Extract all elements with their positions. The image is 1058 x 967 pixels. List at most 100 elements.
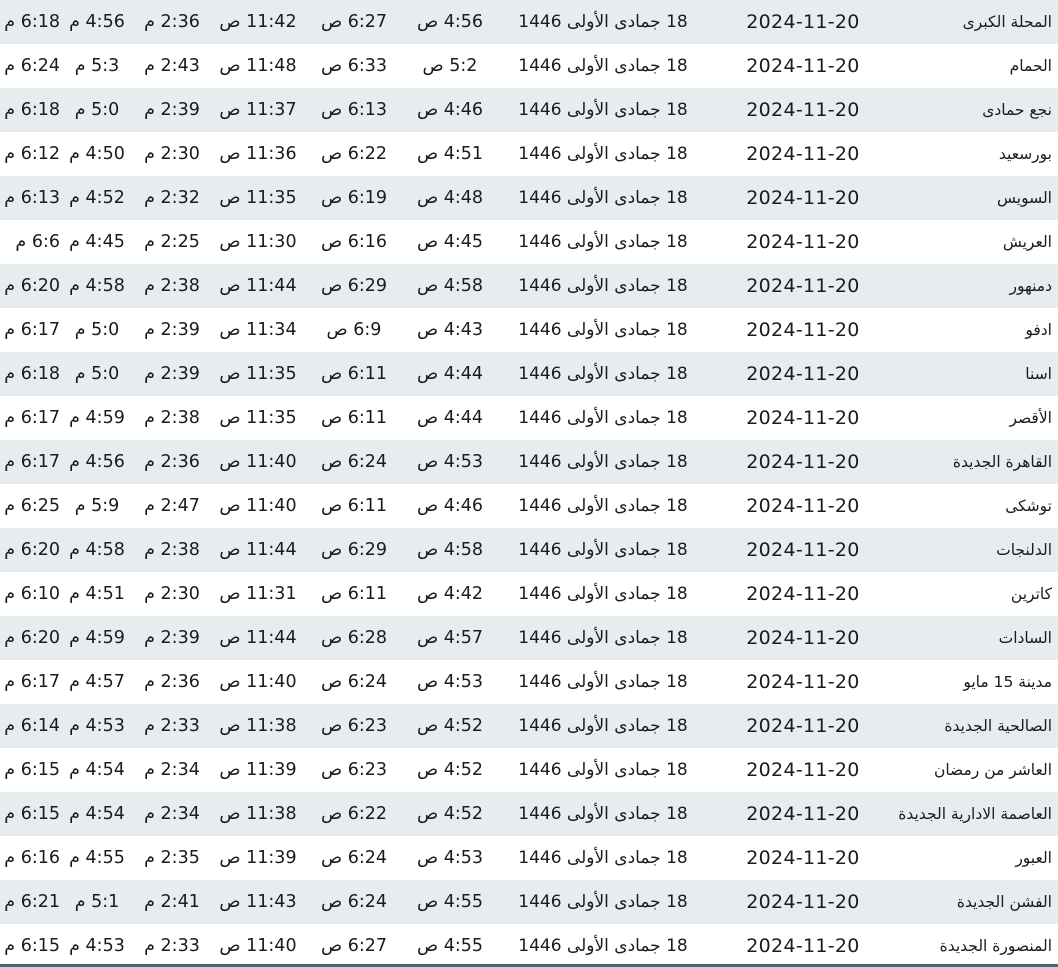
maghrib-time-cell: 4:56 م — [69, 12, 125, 32]
table-row: مدينة 15 مايو 2024-11-20 18 جمادى الأولى 1… — [0, 660, 1058, 704]
hijri-date-cell: 18 جمادى الأولى 1446 — [518, 672, 688, 692]
gregorian-date-cell: 2024-11-20 — [746, 671, 860, 693]
dhuhr-time-cell: 11:30 ص — [219, 232, 297, 252]
prayer-times-table-container: المحلة الكبرى 2024-11-20 18 جمادى الأولى 1… — [0, 0, 1058, 967]
dhuhr-time-cell: 11:40 ص — [219, 672, 297, 692]
maghrib-time-cell: 5:0 م — [74, 320, 120, 340]
gregorian-date-cell: 2024-11-20 — [746, 55, 860, 77]
maghrib-time-cell: 4:59 م — [69, 408, 125, 428]
isha-time-cell: 6:24 م — [4, 56, 60, 76]
table-row: الحمام 2024-11-20 18 جمادى الأولى 1446 5:2 … — [0, 44, 1058, 88]
gregorian-date-cell: 2024-11-20 — [746, 99, 860, 121]
gregorian-date-cell: 2024-11-20 — [746, 759, 860, 781]
asr-time-cell: 2:39 م — [144, 628, 200, 648]
table-row: نجع حمادى 2024-11-20 18 جمادى الأولى 1446 4… — [0, 88, 1058, 132]
fajr-time-cell: 4:44 ص — [416, 364, 484, 384]
isha-time-cell: 6:10 م — [4, 584, 60, 604]
fajr-time-cell: 4:53 ص — [416, 452, 484, 472]
dhuhr-time-cell: 11:48 ص — [219, 56, 297, 76]
maghrib-time-cell: 4:50 م — [69, 144, 125, 164]
sunrise-time-cell: 6:22 ص — [320, 144, 388, 164]
city-cell: المحلة الكبرى — [962, 13, 1052, 31]
maghrib-time-cell: 4:58 م — [69, 540, 125, 560]
gregorian-date-cell: 2024-11-20 — [746, 187, 860, 209]
fajr-time-cell: 4:46 ص — [416, 100, 484, 120]
fajr-time-cell: 4:58 ص — [416, 276, 484, 296]
hijri-date-cell: 18 جمادى الأولى 1446 — [518, 540, 688, 560]
sunrise-time-cell: 6:28 ص — [320, 628, 388, 648]
city-cell: الدلنجات — [996, 541, 1052, 559]
dhuhr-time-cell: 11:40 ص — [219, 936, 297, 956]
dhuhr-time-cell: 11:42 ص — [219, 12, 297, 32]
isha-time-cell: 6:20 م — [4, 276, 60, 296]
dhuhr-time-cell: 11:43 ص — [219, 892, 297, 912]
asr-time-cell: 2:30 م — [144, 584, 200, 604]
hijri-date-cell: 18 جمادى الأولى 1446 — [518, 452, 688, 472]
city-cell: بورسعيد — [998, 145, 1052, 163]
isha-time-cell: 6:13 م — [4, 188, 60, 208]
fajr-time-cell: 4:52 ص — [416, 804, 484, 824]
table-row: العريش 2024-11-20 18 جمادى الأولى 1446 4:45… — [0, 220, 1058, 264]
fajr-time-cell: 4:58 ص — [416, 540, 484, 560]
dhuhr-time-cell: 11:36 ص — [219, 144, 297, 164]
gregorian-date-cell: 2024-11-20 — [746, 847, 860, 869]
city-cell: العاشر من رمضان — [933, 761, 1052, 779]
maghrib-time-cell: 4:54 م — [69, 804, 125, 824]
sunrise-time-cell: 6:13 ص — [320, 100, 388, 120]
hijri-date-cell: 18 جمادى الأولى 1446 — [518, 892, 688, 912]
fajr-time-cell: 4:42 ص — [416, 584, 484, 604]
dhuhr-time-cell: 11:44 ص — [219, 628, 297, 648]
dhuhr-time-cell: 11:35 ص — [219, 408, 297, 428]
hijri-date-cell: 18 جمادى الأولى 1446 — [518, 584, 688, 604]
dhuhr-time-cell: 11:34 ص — [219, 320, 297, 340]
table-row: توشكى 2024-11-20 18 جمادى الأولى 1446 4:46 … — [0, 484, 1058, 528]
gregorian-date-cell: 2024-11-20 — [746, 319, 860, 341]
hijri-date-cell: 18 جمادى الأولى 1446 — [518, 804, 688, 824]
asr-time-cell: 2:25 م — [144, 232, 200, 252]
fajr-time-cell: 5:2 ص — [422, 56, 478, 76]
asr-time-cell: 2:47 م — [144, 496, 200, 516]
city-cell: دمنهور — [1009, 277, 1052, 295]
sunrise-time-cell: 6:29 ص — [320, 276, 388, 296]
maghrib-time-cell: 5:0 م — [74, 364, 120, 384]
sunrise-time-cell: 6:23 ص — [320, 716, 388, 736]
sunrise-time-cell: 6:27 ص — [320, 936, 388, 956]
isha-time-cell: 6:15 م — [4, 760, 60, 780]
city-cell: العاصمة الادارية الجديدة — [898, 805, 1052, 823]
city-cell: ادفو — [1025, 321, 1052, 339]
asr-time-cell: 2:34 م — [144, 760, 200, 780]
city-cell: السويس — [997, 189, 1052, 207]
hijri-date-cell: 18 جمادى الأولى 1446 — [518, 848, 688, 868]
asr-time-cell: 2:36 م — [144, 12, 200, 32]
table-row: الفشن الجديدة 2024-11-20 18 جمادى الأولى 1… — [0, 880, 1058, 924]
asr-time-cell: 2:38 م — [144, 540, 200, 560]
prayer-times-table: المحلة الكبرى 2024-11-20 18 جمادى الأولى 1… — [0, 0, 1058, 967]
fajr-time-cell: 4:52 ص — [416, 716, 484, 736]
fajr-time-cell: 4:43 ص — [416, 320, 484, 340]
sunrise-time-cell: 6:11 ص — [320, 364, 388, 384]
table-row: الأقصر 2024-11-20 18 جمادى الأولى 1446 4:44… — [0, 396, 1058, 440]
city-cell: الفشن الجديدة — [956, 893, 1052, 911]
table-row: ادفو 2024-11-20 18 جمادى الأولى 1446 4:43 ص… — [0, 308, 1058, 352]
gregorian-date-cell: 2024-11-20 — [746, 143, 860, 165]
sunrise-time-cell: 6:19 ص — [320, 188, 388, 208]
fajr-time-cell: 4:51 ص — [416, 144, 484, 164]
maghrib-time-cell: 4:45 م — [69, 232, 125, 252]
table-row: العاصمة الادارية الجديدة 2024-11-20 18 جما… — [0, 792, 1058, 836]
fajr-time-cell: 4:48 ص — [416, 188, 484, 208]
dhuhr-time-cell: 11:35 ص — [219, 364, 297, 384]
table-row: المحلة الكبرى 2024-11-20 18 جمادى الأولى 1… — [0, 0, 1058, 44]
hijri-date-cell: 18 جمادى الأولى 1446 — [518, 496, 688, 516]
isha-time-cell: 6:17 م — [4, 672, 60, 692]
sunrise-time-cell: 6:27 ص — [320, 12, 388, 32]
dhuhr-time-cell: 11:38 ص — [219, 804, 297, 824]
hijri-date-cell: 18 جمادى الأولى 1446 — [518, 320, 688, 340]
table-row: السويس 2024-11-20 18 جمادى الأولى 1446 4:48… — [0, 176, 1058, 220]
maghrib-time-cell: 5:3 م — [74, 56, 120, 76]
maghrib-time-cell: 4:53 م — [69, 936, 125, 956]
isha-time-cell: 6:25 م — [4, 496, 60, 516]
maghrib-time-cell: 4:55 م — [69, 848, 125, 868]
hijri-date-cell: 18 جمادى الأولى 1446 — [518, 936, 688, 956]
gregorian-date-cell: 2024-11-20 — [746, 891, 860, 913]
sunrise-time-cell: 6:33 ص — [320, 56, 388, 76]
